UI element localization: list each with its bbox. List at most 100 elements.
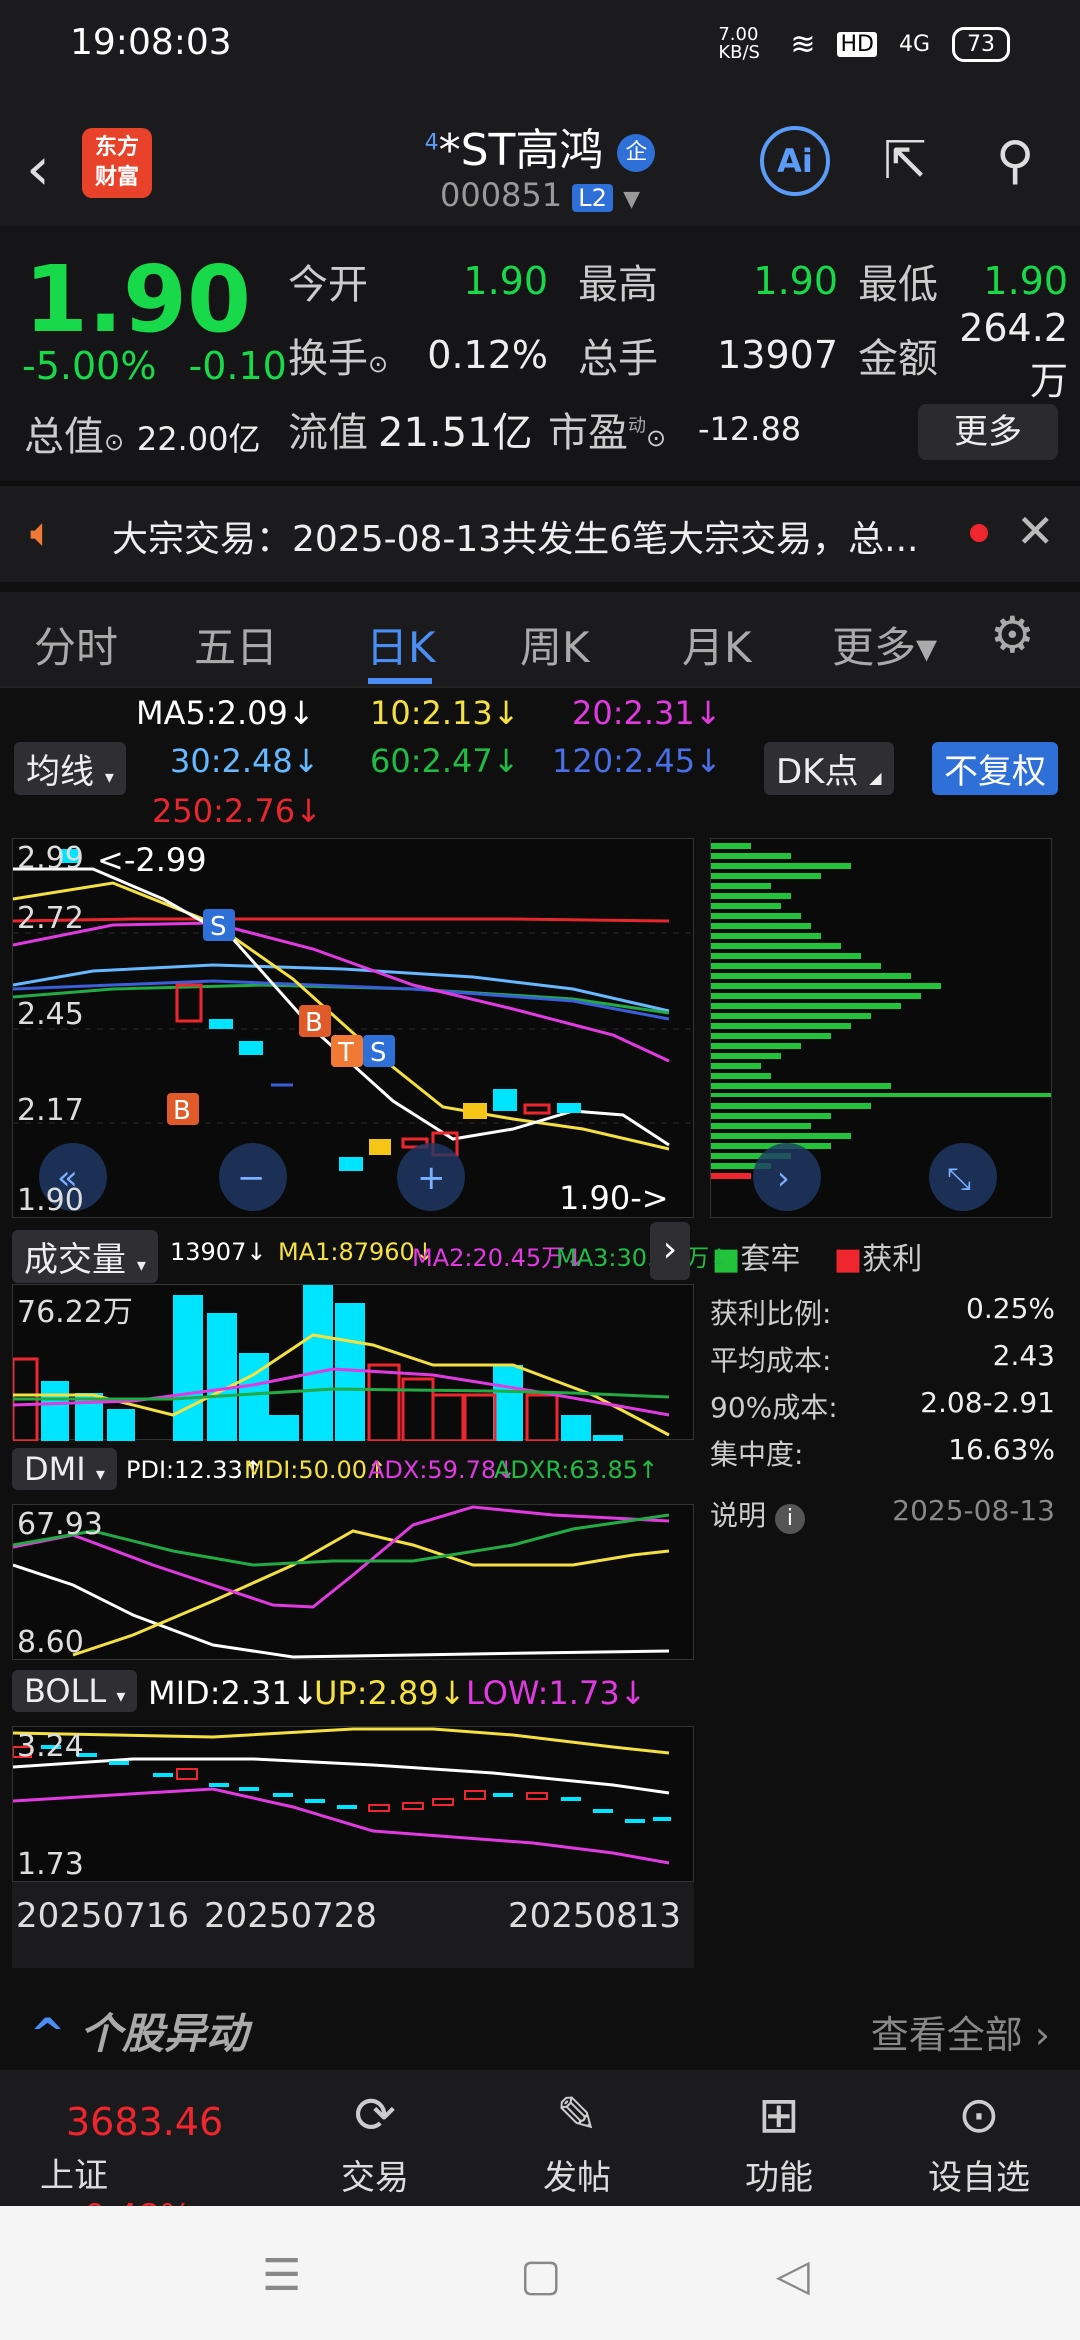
more-button[interactable]: 更多 bbox=[918, 404, 1058, 460]
title-superscript: 4 bbox=[424, 130, 439, 156]
boll-mid: MID:2.31↓ bbox=[148, 1674, 319, 1712]
wifi-icon: ≋ bbox=[790, 26, 816, 62]
dmi-selector[interactable]: DMI ▾ bbox=[12, 1448, 117, 1490]
menu-icon[interactable]: ☰ bbox=[262, 2250, 301, 2301]
change-percent: -5.00% bbox=[22, 344, 157, 388]
tab-daily-k[interactable]: 日K bbox=[366, 614, 436, 675]
info-icon[interactable]: ⊙ bbox=[646, 424, 666, 452]
view-all-link[interactable]: 查看全部 › bbox=[871, 2004, 1050, 2059]
home-icon[interactable]: ▢ bbox=[520, 2250, 562, 2301]
total-value-label: 总值 bbox=[24, 414, 104, 460]
nav-controls[interactable]: « − + bbox=[39, 1143, 465, 1211]
speaker-icon: 🔈︎ bbox=[30, 510, 54, 556]
index-name: 上证 bbox=[40, 2156, 108, 2196]
nav-post[interactable]: ✎ 发帖 bbox=[502, 2070, 652, 2199]
notice-bar[interactable]: 🔈︎ 大宗交易：2025-08-13共发生6笔大宗交易，总... ✕ bbox=[0, 486, 1080, 582]
net-speed: 7.00 KB/S bbox=[718, 24, 760, 63]
chip-svg: › ⤡ bbox=[711, 843, 1051, 1211]
volume-chart[interactable]: 76.22万 bbox=[11, 1284, 694, 1443]
stock-code: 000851 bbox=[439, 176, 563, 214]
signal-icon: 4G bbox=[898, 31, 930, 57]
trade-icon: ⟳ bbox=[354, 2086, 396, 2144]
volume-selector[interactable]: 成交量 ▾ bbox=[12, 1230, 158, 1283]
ma120-line bbox=[12, 979, 670, 1021]
tab-weekly-k[interactable]: 周K bbox=[520, 614, 590, 675]
status-bar: 19:08:03 7.00 KB/S ≋ HD 4G 73 bbox=[0, 0, 1080, 96]
boll-selector[interactable]: BOLL ▾ bbox=[12, 1670, 138, 1712]
info-icon[interactable]: ⊙ bbox=[368, 350, 388, 378]
expand-arrow-icon[interactable]: › bbox=[650, 1222, 690, 1280]
nav-function[interactable]: ⊞ 功能 bbox=[704, 2070, 854, 2199]
header-actions: Ai ⇱ ⚲ bbox=[760, 126, 1050, 196]
nav-post-label: 发帖 bbox=[543, 2158, 611, 2198]
chip-date: 2025-08-13 bbox=[892, 1494, 1055, 1527]
ai-button[interactable]: Ai bbox=[760, 126, 830, 196]
adjust-button[interactable]: 不复权 bbox=[932, 742, 1058, 795]
high-value: 1.90 bbox=[753, 259, 838, 303]
low-marker: 1.90-> bbox=[559, 1179, 669, 1217]
post-icon: ✎ bbox=[556, 2086, 598, 2144]
chip-distribution[interactable]: › ⤡ bbox=[710, 838, 1052, 1218]
settings-gear-icon[interactable]: ⚙ bbox=[990, 606, 1035, 664]
stat-label: 平均成本: bbox=[710, 1344, 832, 1377]
dmi-y-bottom: 8.60 bbox=[17, 1625, 84, 1660]
ma20-value: 20:2.31↓ bbox=[572, 694, 722, 732]
pe-text: 市盈 bbox=[548, 410, 628, 456]
amount-value: 264.2万 bbox=[959, 305, 1068, 403]
dk-label: DK点 bbox=[776, 752, 859, 792]
chip-legend: ■套牢 ■获利 bbox=[712, 1242, 923, 1277]
tab-more[interactable]: 更多▾ bbox=[832, 614, 937, 675]
nav-trade[interactable]: ⟳ 交易 bbox=[300, 2070, 450, 2199]
kline-chart[interactable]: S B T S B « − + 2.99 <-2.99 2.72 2.45 2.… bbox=[12, 838, 695, 1218]
float-value-label: 流值 bbox=[288, 410, 368, 456]
info-icon[interactable]: ⊙ bbox=[104, 428, 124, 456]
stat-row: 90%成本: 2.08-2.91 bbox=[710, 1386, 1055, 1433]
dmi-chart[interactable]: 67.93 8.60 bbox=[12, 1504, 694, 1660]
hd-icon: HD bbox=[837, 31, 877, 57]
unread-dot bbox=[970, 524, 988, 542]
y-label: 2.72 bbox=[17, 901, 84, 936]
tab-intraday[interactable]: 分时 bbox=[34, 614, 118, 675]
nav-favorite-label: 设自选 bbox=[928, 2158, 1030, 2198]
stat-row: 平均成本: 2.43 bbox=[710, 1339, 1055, 1386]
float-value: 21.51亿 bbox=[378, 410, 533, 456]
dk-button[interactable]: DK点 ◢ bbox=[764, 742, 894, 795]
turnover-value: 0.12% bbox=[427, 333, 548, 377]
chevron-right-icon: › bbox=[1034, 2013, 1050, 2057]
stock-movement-bar[interactable]: ^ 个股异动 查看全部 › bbox=[0, 1990, 1080, 2070]
share-icon[interactable]: ⇱ bbox=[870, 126, 940, 196]
note-row[interactable]: 说明 i 2025-08-13 bbox=[710, 1494, 1055, 1541]
adx-line bbox=[12, 1505, 670, 1609]
low-label: 最低 bbox=[858, 262, 938, 308]
back-nav-icon[interactable]: ◁ bbox=[776, 2250, 810, 2301]
boll-up: UP:2.89↓ bbox=[314, 1674, 466, 1712]
notice-text: 大宗交易：2025-08-13共发生6笔大宗交易，总... bbox=[112, 519, 919, 560]
boll-chart[interactable]: 3.24 1.73 bbox=[12, 1726, 694, 1882]
boll-up-line bbox=[12, 1727, 670, 1755]
info-icon: i bbox=[774, 1504, 805, 1534]
dmi-mdi: MDI:50.00↑ bbox=[244, 1456, 388, 1484]
pe-value: -12.88 bbox=[698, 410, 802, 448]
search-icon[interactable]: ⚲ bbox=[980, 126, 1050, 196]
chip-stats: 获利比例: 0.25% 平均成本: 2.43 90%成本: 2.08-2.91 集中度… bbox=[710, 1292, 1055, 1541]
chart-tabs: 分时 五日 日K 周K 月K 更多▾ ⚙ bbox=[0, 592, 1080, 688]
tab-monthly-k[interactable]: 月K bbox=[682, 614, 752, 675]
close-icon[interactable]: ✕ bbox=[1016, 504, 1055, 558]
kline-svg: S B T S B « − + bbox=[12, 849, 695, 1211]
svg-text:S: S bbox=[370, 1038, 387, 1068]
nav-favorite[interactable]: ⊙ 设自选 bbox=[904, 2070, 1054, 2199]
tab-five-day[interactable]: 五日 bbox=[194, 614, 278, 675]
date-label: 20250716 bbox=[16, 1896, 190, 1936]
y-label: 2.17 bbox=[17, 1093, 84, 1128]
date-axis: 20250716 20250728 20250813 bbox=[12, 1882, 694, 1968]
total-value-number: 22.00亿 bbox=[136, 420, 261, 458]
stat-value: 16.63% bbox=[948, 1433, 1055, 1466]
volume-ma3: MA3:30.08万↓ bbox=[556, 1244, 730, 1272]
svg-text:+: + bbox=[417, 1158, 446, 1198]
status-icons: 7.00 KB/S ≋ HD 4G 73 bbox=[718, 26, 1010, 62]
stat-row: 集中度: 16.63% bbox=[710, 1433, 1055, 1480]
quote-row: 换手⊙ 0.12% 总手 13907 金额 264.2万 bbox=[288, 306, 1068, 403]
high-label: 最高 bbox=[578, 262, 658, 308]
svg-text:›: › bbox=[777, 1159, 790, 1197]
ma-selector[interactable]: 均线 ▾ bbox=[14, 742, 126, 795]
